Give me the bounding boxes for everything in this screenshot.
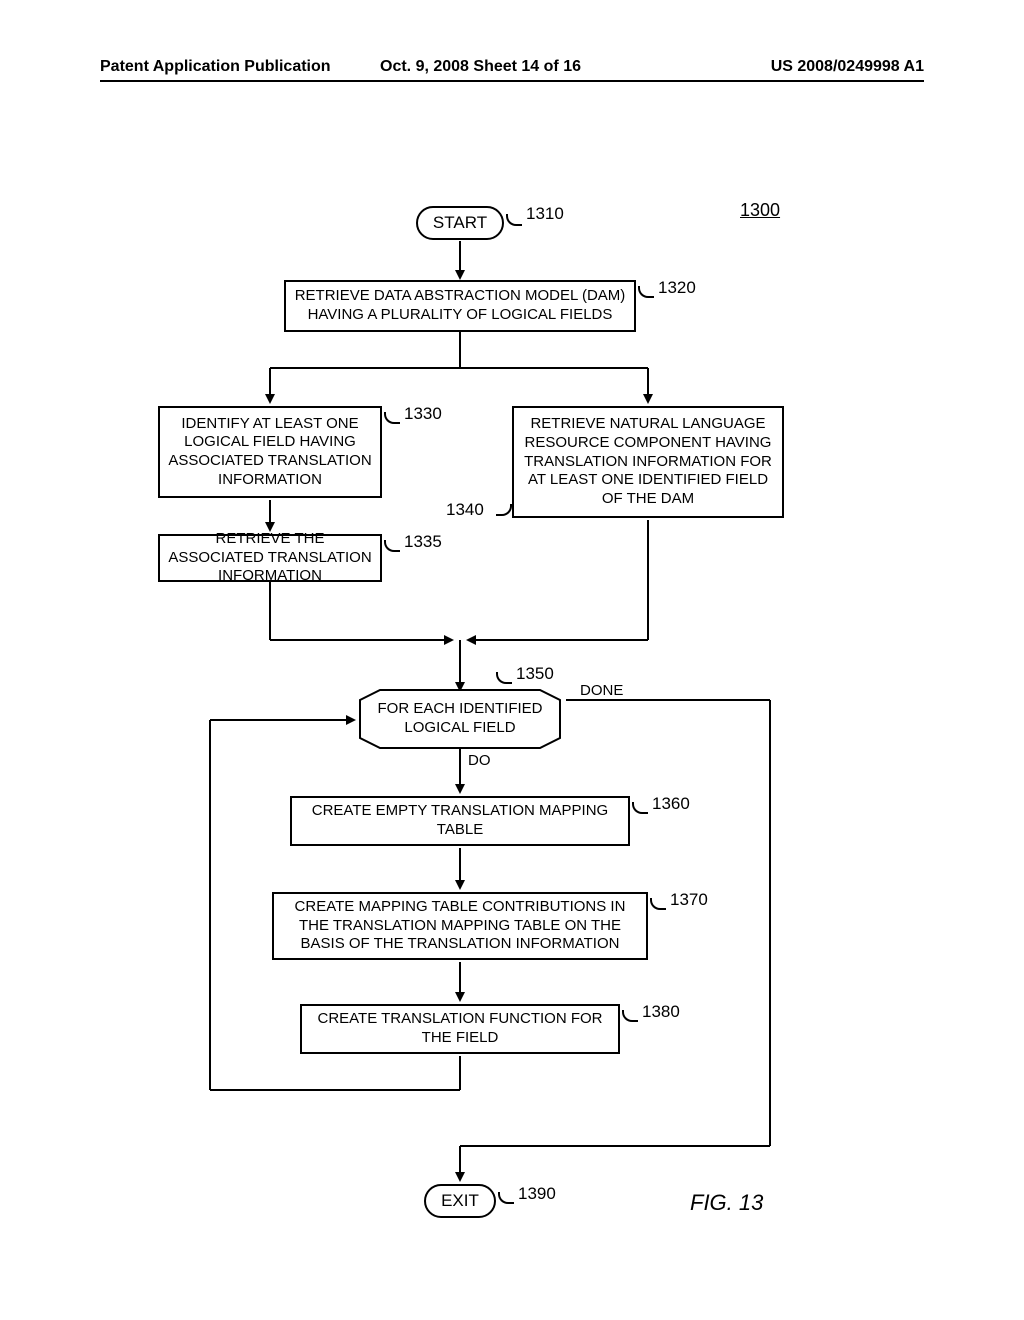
header-mid: Oct. 9, 2008 Sheet 14 of 16 — [380, 58, 581, 76]
text-1335: RETRIEVE THE ASSOCIATED TRANSLATION INFO… — [168, 530, 372, 586]
ref-1350: 1350 — [516, 664, 554, 684]
ref-1320: 1320 — [658, 278, 696, 298]
box-1380: CREATE TRANSLATION FUNCTION FOR THE FIEL… — [300, 1004, 620, 1054]
header-left: Patent Application Publication — [100, 58, 331, 76]
box-1330: IDENTIFY AT LEAST ONE LOGICAL FIELD HAVI… — [158, 406, 382, 498]
ref-1360: 1360 — [652, 794, 690, 814]
text-1320: RETRIEVE DATA ABSTRACTION MODEL (DAM) HA… — [294, 287, 626, 325]
box-1340: RETRIEVE NATURAL LANGUAGE RESOURCE COMPO… — [512, 406, 784, 518]
start-terminal: START — [416, 206, 504, 240]
exit-terminal: EXIT — [424, 1184, 496, 1218]
box-1320: RETRIEVE DATA ABSTRACTION MODEL (DAM) HA… — [284, 280, 636, 332]
diagram-canvas: 1300 START 1310 RETRIEVE DATA ABSTRACTIO… — [0, 100, 1024, 1300]
exit-label: EXIT — [441, 1190, 479, 1211]
text-1360: CREATE EMPTY TRANSLATION MAPPING TABLE — [300, 802, 620, 840]
start-label: START — [433, 212, 487, 233]
ref-1335: 1335 — [404, 532, 442, 552]
text-1340: RETRIEVE NATURAL LANGUAGE RESOURCE COMPO… — [522, 415, 774, 509]
text-1330: IDENTIFY AT LEAST ONE LOGICAL FIELD HAVI… — [168, 415, 372, 490]
box-1335: RETRIEVE THE ASSOCIATED TRANSLATION INFO… — [158, 534, 382, 582]
edge-done: DONE — [580, 682, 623, 699]
header-right: US 2008/0249998 A1 — [771, 58, 924, 76]
ref-1330: 1330 — [404, 404, 442, 424]
figure-number: 1300 — [740, 200, 780, 221]
ref-1340: 1340 — [446, 500, 484, 520]
decision-1350: FOR EACH IDENTIFIED LOGICAL FIELD — [360, 700, 560, 738]
box-1360: CREATE EMPTY TRANSLATION MAPPING TABLE — [290, 796, 630, 846]
box-1370: CREATE MAPPING TABLE CONTRIBUTIONS IN TH… — [272, 892, 648, 960]
ref-1370: 1370 — [670, 890, 708, 910]
figure-label: FIG. 13 — [690, 1190, 763, 1216]
ref-1380: 1380 — [642, 1002, 680, 1022]
header-rule — [100, 80, 924, 82]
ref-1390: 1390 — [518, 1184, 556, 1204]
edge-do: DO — [468, 752, 491, 769]
ref-1310: 1310 — [526, 204, 564, 224]
text-1370: CREATE MAPPING TABLE CONTRIBUTIONS IN TH… — [282, 898, 638, 954]
text-1380: CREATE TRANSLATION FUNCTION FOR THE FIEL… — [310, 1010, 610, 1048]
text-1350: FOR EACH IDENTIFIED LOGICAL FIELD — [377, 700, 542, 736]
